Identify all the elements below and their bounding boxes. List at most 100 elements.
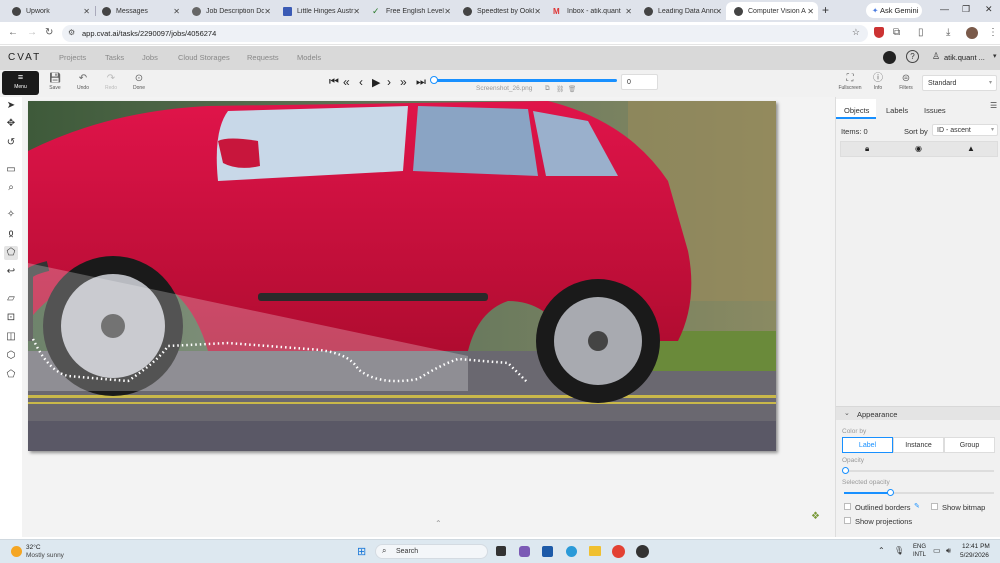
shield-extension-icon[interactable]	[874, 27, 884, 38]
link-icon[interactable]: ⛓	[556, 85, 564, 93]
tray-chevron-icon[interactable]: ⌃	[878, 546, 885, 555]
tab-upwork[interactable]: Upwork ✕	[4, 2, 94, 20]
clock-date[interactable]: 5/29/2026	[960, 552, 989, 559]
selected-opacity-slider-handle[interactable]	[887, 489, 894, 496]
tab-speedtest[interactable]: Speedtest by Ookl ✕	[455, 2, 545, 20]
store-icon[interactable]	[542, 546, 553, 557]
next-frame-icon[interactable]: ›	[387, 75, 391, 89]
tab-free-english[interactable]: ✓ Free English Level ✕	[364, 2, 455, 20]
nav-cloud-storages[interactable]: Cloud Storages	[178, 53, 230, 62]
step-back-icon[interactable]: «	[343, 75, 350, 89]
weather-sun-icon[interactable]	[11, 546, 22, 557]
reload-icon[interactable]: ↻	[45, 27, 53, 38]
frame-number-input[interactable]: 0	[621, 74, 658, 90]
site-info-icon[interactable]: ⚙	[68, 28, 75, 37]
last-frame-icon[interactable]: ⏭	[416, 76, 426, 89]
magic-wand-icon[interactable]: ✧	[4, 208, 18, 222]
delete-frame-icon[interactable]: 🗑︎	[568, 85, 576, 93]
first-frame-icon[interactable]: ⏮	[329, 76, 339, 89]
browser-menu-icon[interactable]: ⋮	[988, 27, 998, 38]
cuboid-icon[interactable]: ◫	[4, 330, 18, 344]
save-button[interactable]: 💾︎ Save	[43, 72, 67, 91]
nav-models[interactable]: Models	[297, 53, 321, 62]
filters-button[interactable]: ⊜ Filters	[894, 72, 918, 91]
polyline-icon[interactable]: ↩	[4, 265, 18, 279]
tab-leading-data[interactable]: Leading Data Anno ✕	[636, 2, 726, 20]
opacity-slider-handle[interactable]	[842, 467, 849, 474]
annotation-image[interactable]	[28, 101, 776, 451]
close-icon[interactable]: ✕	[534, 7, 541, 16]
tab-job-description[interactable]: Job Description Do ✕	[184, 2, 275, 20]
points-icon[interactable]: ⊡	[4, 311, 18, 325]
nav-requests[interactable]: Requests	[247, 53, 279, 62]
step-forward-icon[interactable]: »	[400, 75, 407, 89]
taskbar-search[interactable]: ⌕ Search	[375, 544, 488, 559]
show-bitmap-checkbox[interactable]	[931, 503, 938, 510]
group-icon[interactable]: ⬠	[4, 368, 18, 382]
close-icon[interactable]: ✕	[264, 7, 271, 16]
mic-icon[interactable]: 🎙︎	[894, 546, 904, 555]
fit-image-icon[interactable]: ▭	[4, 163, 18, 177]
nav-tasks[interactable]: Tasks	[105, 53, 124, 62]
window-close-icon[interactable]: ✕	[985, 4, 993, 15]
chrome-profile-icon[interactable]	[636, 545, 649, 558]
close-icon[interactable]: ✕	[83, 7, 90, 16]
nav-projects[interactable]: Projects	[59, 53, 86, 62]
ask-gemini-button[interactable]: ✦ Ask Gemini	[866, 3, 922, 18]
eye-icon[interactable]: ◉	[915, 144, 922, 153]
color-by-label-option[interactable]: Label	[842, 437, 893, 453]
ai-tools-icon[interactable]: ჲ	[4, 227, 18, 241]
opacity-slider[interactable]	[842, 467, 994, 474]
tab-labels[interactable]: Labels	[886, 106, 908, 115]
tab-little-hinges[interactable]: Little Hinges Austr ✕	[275, 2, 364, 20]
color-by-instance-option[interactable]: Instance	[893, 437, 944, 453]
file-explorer-icon[interactable]	[589, 546, 601, 556]
workspace-select[interactable]: Standard ▾	[922, 75, 997, 91]
lock-icon[interactable]: 🔒︎	[865, 144, 869, 154]
frame-slider[interactable]	[430, 76, 617, 84]
url-field[interactable]: ⚙ app.cvat.ai/tasks/2290097/jobs/4056274…	[62, 25, 868, 42]
extensions-icon[interactable]: ⧉	[893, 27, 900, 38]
appearance-header[interactable]: ⌄ Appearance	[836, 406, 1000, 420]
edge-icon[interactable]	[566, 546, 577, 557]
play-icon[interactable]: ▶	[372, 76, 380, 89]
canvas-area[interactable]: ⌃ ❖	[22, 97, 835, 537]
move-icon[interactable]: ✥	[4, 117, 18, 131]
download-icon[interactable]: ⤓	[946, 27, 950, 38]
bookmark-star-icon[interactable]: ☆	[852, 27, 860, 38]
lang-intl[interactable]: INTL	[913, 552, 926, 558]
fullscreen-button[interactable]: ⛶ Fullscreen	[838, 72, 862, 91]
forward-icon[interactable]: →	[27, 27, 37, 38]
windows-start-icon[interactable]: ⊞	[357, 545, 366, 558]
close-icon[interactable]: ✕	[807, 7, 814, 16]
pencil-icon[interactable]: ✎	[914, 502, 920, 510]
lang-eng[interactable]: ENG	[913, 544, 926, 550]
tab-objects[interactable]: Objects	[836, 99, 876, 119]
prev-frame-icon[interactable]: ‹	[359, 75, 363, 89]
tab-issues[interactable]: Issues	[924, 106, 946, 115]
chevron-up-icon[interactable]: ⌃	[435, 519, 442, 528]
tab-inbox[interactable]: M Inbox - atik.quant ✕	[545, 2, 636, 20]
sidepanel-icon[interactable]: ▯	[918, 27, 924, 38]
frame-slider-handle[interactable]	[430, 76, 438, 84]
done-button[interactable]: ⊙ Done	[127, 72, 151, 91]
restore-icon[interactable]: ❐	[962, 4, 970, 15]
cursor-icon[interactable]: ➤	[4, 99, 18, 113]
close-icon[interactable]: ✕	[715, 7, 722, 16]
help-icon[interactable]: ?	[906, 50, 919, 63]
rotate-icon[interactable]: ↺	[4, 136, 18, 150]
copy-icon[interactable]: ⧉	[545, 85, 550, 93]
polygon-icon[interactable]: ⬠	[4, 246, 18, 260]
merge-icon[interactable]: ⬡	[4, 349, 18, 363]
chrome-icon[interactable]	[612, 545, 625, 558]
profile-avatar[interactable]	[966, 27, 978, 39]
back-icon[interactable]: ←	[8, 27, 18, 38]
collapse-sidebar-icon[interactable]: ☰	[990, 101, 997, 110]
info-button[interactable]: ⓘ Info	[866, 72, 890, 91]
copilot-icon[interactable]	[519, 546, 530, 557]
new-tab-icon[interactable]: +	[822, 3, 829, 17]
undo-button[interactable]: ↶ Undo	[71, 72, 95, 91]
zoom-region-icon[interactable]: ⌕	[4, 181, 18, 195]
close-icon[interactable]: ✕	[625, 7, 632, 16]
network-icon[interactable]: ▭	[933, 546, 941, 555]
